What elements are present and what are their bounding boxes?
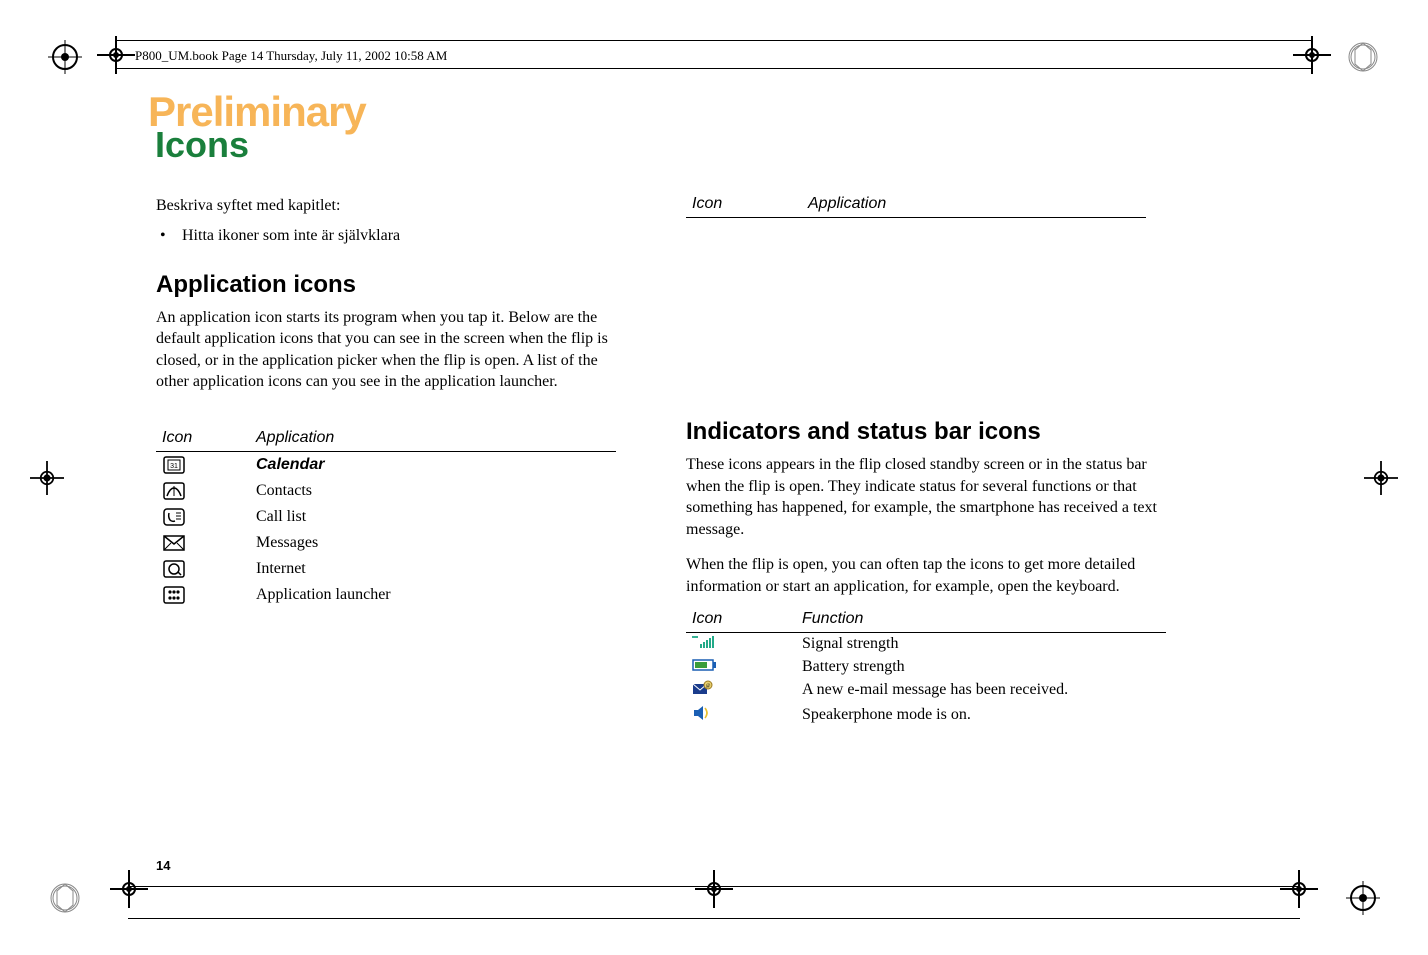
corner-cross-bottom-left — [110, 870, 148, 913]
signal-icon — [692, 635, 716, 654]
status-label: Signal strength — [802, 635, 898, 653]
app-icons-table: Icon Application 31 Calendar Contacts Ca… — [156, 429, 616, 608]
status-label: A new e-mail message has been received. — [802, 681, 1068, 699]
svg-text:@: @ — [706, 684, 711, 689]
app-label: Calendar — [256, 456, 324, 474]
table-row: Signal strength — [686, 633, 1166, 656]
crop-mark-bottom-left — [48, 881, 82, 915]
header-filename: P800_UM.book Page 14 Thursday, July 11, … — [135, 48, 447, 64]
app-label: Contacts — [256, 482, 312, 500]
speaker-icon — [692, 705, 714, 726]
table-row: 31 Calendar — [156, 452, 616, 478]
app-label: Internet — [256, 560, 306, 578]
table-header-icon: Icon — [692, 195, 752, 213]
corner-cross-bottom-right — [1280, 870, 1318, 913]
header-rule-bottom — [115, 68, 1313, 69]
section-title: Icons — [155, 124, 249, 166]
app-label: Application launcher — [256, 586, 391, 604]
table-header-application: Application — [256, 429, 334, 447]
bullet-dot: • — [160, 227, 170, 245]
table-row: Internet — [156, 556, 616, 582]
table-row: Contacts — [156, 478, 616, 504]
corner-cross-top-left — [97, 36, 135, 79]
bottom-rule — [128, 918, 1300, 919]
launcher-icon — [162, 585, 186, 605]
corner-cross-bottom-mid — [695, 870, 733, 913]
contacts-icon — [162, 481, 186, 501]
crop-mark-mid-left — [30, 461, 64, 495]
intro-bullet: • Hitta ikoner som inte är självklara — [156, 227, 626, 245]
crop-mark-bottom-right — [1346, 881, 1380, 915]
app-label: Call list — [256, 508, 306, 526]
email-icon: @ — [692, 680, 714, 701]
crop-mark-top-right — [1346, 40, 1380, 74]
app-icons-heading: Application icons — [156, 271, 626, 299]
calllist-icon — [162, 507, 186, 527]
svg-text:31: 31 — [170, 463, 178, 470]
crop-mark-mid-right — [1364, 461, 1398, 495]
table-row: @ A new e-mail message has been received… — [686, 678, 1166, 703]
internet-icon — [162, 559, 186, 579]
app-icons-paragraph: An application icon starts its program w… — [156, 307, 626, 393]
messages-icon — [162, 533, 186, 553]
table-header-application: Application — [808, 195, 886, 213]
intro-text: Beskriva syftet med kapitlet: — [156, 195, 626, 217]
table-row: Messages — [156, 530, 616, 556]
header-rule-top — [115, 40, 1313, 41]
intro-bullet-text: Hitta ikoner som inte är självklara — [182, 227, 400, 245]
indicators-para2: When the flip is open, you can often tap… — [686, 554, 1166, 597]
table-row: Application launcher — [156, 582, 616, 608]
app-label: Messages — [256, 534, 318, 552]
status-table: Icon Function Signal strength Battery st… — [686, 610, 1166, 728]
status-label: Speakerphone mode is on. — [802, 706, 971, 724]
table-header-icon: Icon — [692, 610, 752, 628]
crop-mark-top-left — [48, 40, 82, 74]
table-header-function: Function — [802, 610, 863, 628]
table-row: Battery strength — [686, 656, 1166, 678]
table-row: Call list — [156, 504, 616, 530]
battery-icon — [692, 658, 718, 676]
indicators-para1: These icons appears in the flip closed s… — [686, 454, 1166, 540]
calendar-icon: 31 — [162, 455, 186, 475]
status-label: Battery strength — [802, 658, 905, 676]
corner-cross-top-right — [1293, 36, 1331, 79]
indicators-heading: Indicators and status bar icons — [686, 418, 1166, 446]
bottom-rule-upper — [128, 886, 1300, 887]
page-number: 14 — [156, 858, 170, 873]
table-header-icon: Icon — [162, 429, 210, 447]
right-top-empty-table-header: Icon Application — [686, 195, 1146, 218]
table-row: Speakerphone mode is on. — [686, 703, 1166, 728]
